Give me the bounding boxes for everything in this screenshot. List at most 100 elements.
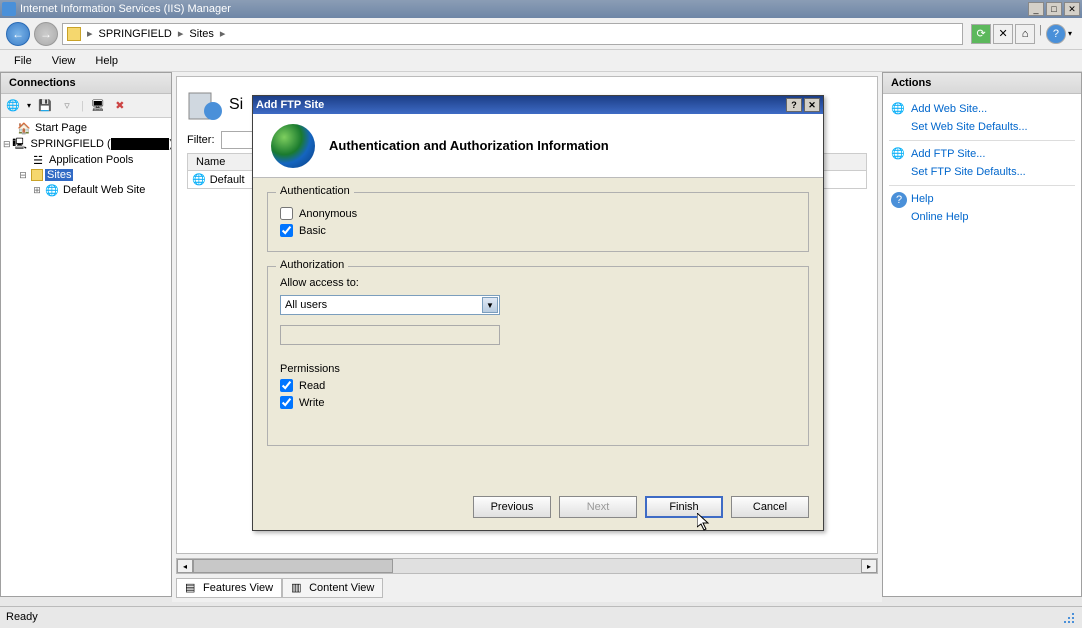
group-legend: Authorization [276, 259, 348, 271]
connect-icon[interactable]: 🌐 [5, 98, 21, 114]
menu-view[interactable]: View [42, 53, 86, 69]
dialog-titlebar[interactable]: Add FTP Site ? ✕ [253, 96, 823, 114]
breadcrumb[interactable]: ▸ SPRINGFIELD ▸ Sites ▸ [62, 23, 963, 45]
finish-button[interactable]: Finish [645, 496, 723, 518]
forward-button[interactable]: → [34, 22, 58, 46]
actions-header: Actions [883, 73, 1081, 94]
horizontal-scrollbar[interactable]: ◂ ▸ [176, 558, 878, 574]
back-button[interactable]: ← [6, 22, 30, 46]
add-ftp-site-dialog: Add FTP Site ? ✕ Authentication and Auth… [252, 95, 824, 531]
scroll-left-button[interactable]: ◂ [177, 559, 193, 573]
tree-node-server[interactable]: ⊟ 🖳 SPRINGFIELD (XXXXXXXX) [3, 136, 169, 152]
scroll-right-button[interactable]: ▸ [861, 559, 877, 573]
access-detail-field [280, 325, 500, 345]
action-help[interactable]: ? Help [889, 190, 1075, 208]
help-icon: ? [891, 192, 907, 208]
connections-toolbar: 🌐 ▾ 💾 ▿ | 🖥 ✖ [1, 94, 171, 118]
authentication-group: Authentication Anonymous Basic [267, 192, 809, 252]
action-add-web-site[interactable]: 🌐 Add Web Site... [889, 100, 1075, 118]
breadcrumb-separator: ▸ [220, 27, 226, 40]
tree-node-default-web-site[interactable]: ⊞ 🌐 Default Web Site [3, 182, 169, 198]
next-button[interactable]: Next [559, 496, 637, 518]
start-page-icon: 🏠 [17, 121, 31, 135]
connections-panel: Connections 🌐 ▾ 💾 ▿ | 🖥 ✖ 🏠 Start Page ⊟… [0, 72, 172, 597]
authorization-group: Authorization Allow access to: All users… [267, 266, 809, 446]
help-icon[interactable]: ? [1046, 24, 1066, 44]
home-icon[interactable]: ⌂ [1015, 24, 1035, 44]
sites-page-icon [187, 87, 223, 123]
permissions-label: Permissions [280, 363, 796, 375]
stop-icon[interactable]: ✕ [993, 24, 1013, 44]
window-titlebar: Internet Information Services (IIS) Mana… [0, 0, 1082, 18]
website-icon: 🌐 [192, 173, 206, 186]
globe-icon: 🌐 [891, 102, 907, 118]
dialog-banner-title: Authentication and Authorization Informa… [329, 138, 609, 153]
breadcrumb-sites[interactable]: Sites [189, 28, 213, 40]
status-bar: Ready [0, 606, 1082, 626]
app-icon [2, 2, 16, 16]
anonymous-label[interactable]: Anonymous [299, 208, 357, 220]
breadcrumb-separator: ▸ [178, 27, 184, 40]
up-icon[interactable]: ▿ [59, 98, 75, 114]
actions-panel: Actions 🌐 Add Web Site... Set Web Site D… [882, 72, 1082, 597]
tab-content-view[interactable]: ▥ Content View [282, 578, 383, 598]
window-title: Internet Information Services (IIS) Mana… [20, 3, 1026, 15]
dialog-title: Add FTP Site [256, 99, 784, 111]
cancel-button[interactable]: Cancel [731, 496, 809, 518]
status-text: Ready [6, 611, 1060, 623]
delete-icon[interactable]: ✖ [112, 98, 128, 114]
dialog-help-button[interactable]: ? [786, 98, 802, 112]
separator [889, 140, 1075, 141]
tree-node-sites[interactable]: ⊟ Sites [3, 168, 169, 182]
separator: | [81, 100, 84, 112]
filter-label: Filter: [187, 134, 215, 146]
dropdown-arrow-icon[interactable]: ▼ [482, 297, 498, 313]
basic-label[interactable]: Basic [299, 225, 326, 237]
folder-icon [67, 27, 81, 41]
write-label[interactable]: Write [299, 397, 324, 409]
action-add-ftp-site[interactable]: 🌐 Add FTP Site... [889, 145, 1075, 163]
separator [889, 185, 1075, 186]
connections-header: Connections [1, 73, 171, 94]
resize-grip-icon[interactable] [1060, 609, 1076, 625]
tab-features-view[interactable]: ▤ Features View [176, 578, 282, 598]
breadcrumb-separator: ▸ [87, 27, 93, 40]
basic-checkbox[interactable] [280, 224, 293, 237]
read-checkbox[interactable] [280, 379, 293, 392]
tree-node-start-page[interactable]: 🏠 Start Page [3, 120, 169, 136]
refresh-icon[interactable]: ⟳ [971, 24, 991, 44]
previous-button[interactable]: Previous [473, 496, 551, 518]
features-view-icon: ▤ [185, 581, 199, 595]
menu-file[interactable]: File [4, 53, 42, 69]
server-icon: 🖳 [13, 137, 27, 151]
action-online-help[interactable]: Online Help [889, 208, 1075, 226]
server-icon[interactable]: 🖥 [90, 98, 106, 114]
expander-icon[interactable]: ⊟ [3, 139, 11, 150]
dropdown-arrow-icon[interactable]: ▾ [1068, 29, 1072, 38]
dialog-banner: Authentication and Authorization Informa… [253, 114, 823, 178]
write-checkbox[interactable] [280, 396, 293, 409]
connections-tree[interactable]: 🏠 Start Page ⊟ 🖳 SPRINGFIELD (XXXXXXXX) … [1, 118, 171, 596]
globe-icon [271, 124, 315, 168]
tree-node-app-pools[interactable]: ☱ Application Pools [3, 152, 169, 168]
dropdown-arrow-icon[interactable]: ▾ [27, 101, 31, 110]
scrollbar-thumb[interactable] [193, 559, 393, 573]
breadcrumb-server[interactable]: SPRINGFIELD [99, 28, 172, 40]
globe-icon: 🌐 [891, 147, 907, 163]
anonymous-checkbox[interactable] [280, 207, 293, 220]
read-label[interactable]: Read [299, 380, 325, 392]
allow-access-label: Allow access to: [280, 277, 796, 289]
action-set-web-defaults[interactable]: Set Web Site Defaults... [889, 118, 1075, 136]
action-set-ftp-defaults[interactable]: Set FTP Site Defaults... [889, 163, 1075, 181]
menu-bar: File View Help [0, 50, 1082, 72]
expander-icon[interactable]: ⊞ [31, 185, 43, 196]
maximize-button[interactable]: □ [1046, 2, 1062, 16]
dialog-close-button[interactable]: ✕ [804, 98, 820, 112]
close-button[interactable]: ✕ [1064, 2, 1080, 16]
save-icon[interactable]: 💾 [37, 98, 53, 114]
minimize-button[interactable]: _ [1028, 2, 1044, 16]
page-title: Si [229, 96, 243, 114]
expander-icon[interactable]: ⊟ [17, 170, 29, 181]
allow-access-dropdown[interactable]: All users ▼ [280, 295, 500, 315]
menu-help[interactable]: Help [85, 53, 128, 69]
